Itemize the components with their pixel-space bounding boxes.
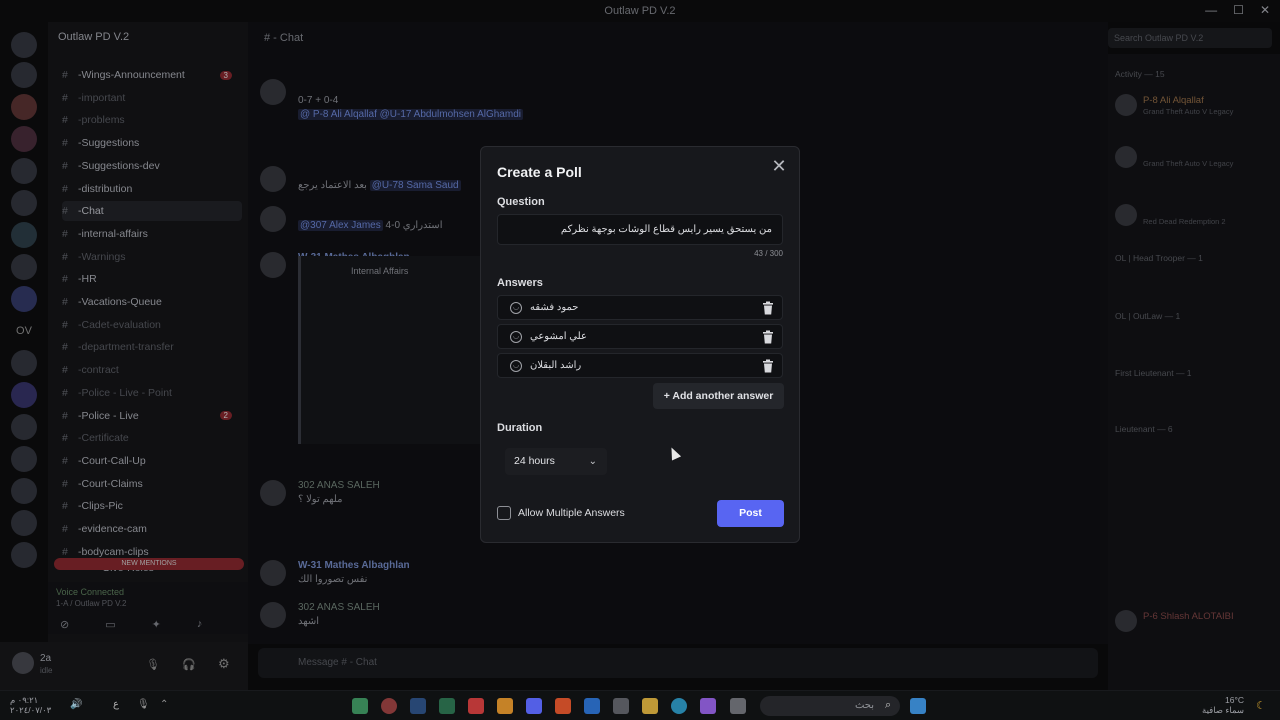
answer-field[interactable]: ◡ حمود فشقه: [497, 295, 783, 320]
create-poll-modal: Create a Poll ✕ Question من يستحق يسير ر…: [480, 146, 800, 543]
question-label: Question: [497, 196, 545, 208]
answer-text[interactable]: علي امشوعي: [530, 331, 587, 342]
emoji-picker-icon[interactable]: ◡: [510, 302, 522, 314]
emoji-picker-icon[interactable]: ◡: [510, 360, 522, 372]
trash-icon[interactable]: [762, 359, 774, 373]
answer-text[interactable]: راشد البقلان: [530, 360, 581, 371]
post-button[interactable]: Post: [717, 500, 784, 527]
answer-field[interactable]: ◡ راشد البقلان: [497, 353, 783, 378]
duration-select[interactable]: 24 hours ⌄: [505, 448, 607, 475]
modal-title: Create a Poll: [497, 164, 582, 180]
duration-value: 24 hours: [514, 455, 555, 467]
add-answer-label: Add another answer: [672, 390, 774, 402]
answer-text[interactable]: حمود فشقه: [530, 302, 578, 313]
question-input[interactable]: من يستحق يسير رايس قطاع الوشات بوجهة نظر…: [497, 214, 783, 245]
trash-icon[interactable]: [762, 301, 774, 315]
answers-label: Answers: [497, 277, 543, 289]
answer-field[interactable]: ◡ علي امشوعي: [497, 324, 783, 349]
character-counter: 43 / 300: [754, 249, 783, 258]
close-icon[interactable]: ✕: [769, 157, 789, 177]
add-answer-button[interactable]: + Add another answer: [653, 383, 784, 409]
allow-multiple-checkbox[interactable]: [497, 506, 511, 520]
emoji-picker-icon[interactable]: ◡: [510, 331, 522, 343]
chevron-down-icon: ⌄: [588, 456, 597, 467]
trash-icon[interactable]: [762, 330, 774, 344]
duration-label: Duration: [497, 422, 543, 434]
allow-multiple-label[interactable]: Allow Multiple Answers: [518, 507, 625, 519]
